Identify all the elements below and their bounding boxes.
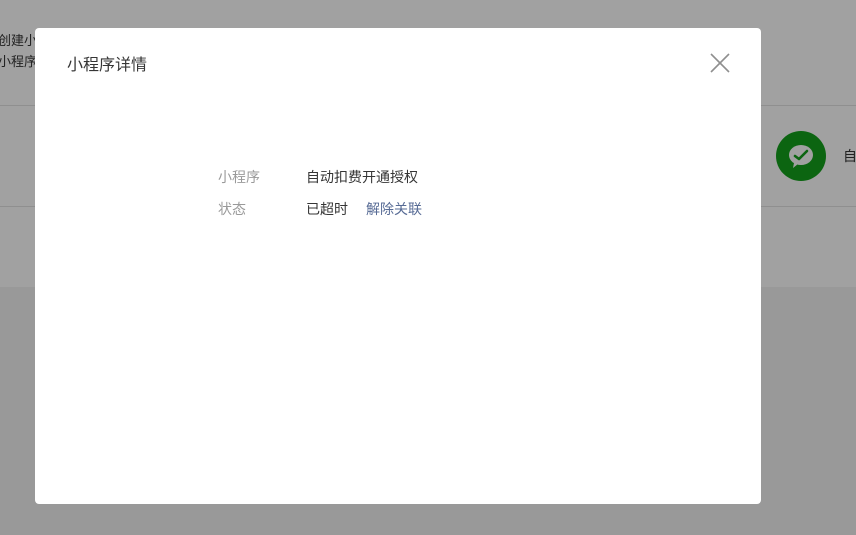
dialog-title: 小程序详情: [67, 55, 148, 74]
detail-row-status: 状态 已超时 解除关联: [218, 198, 422, 220]
unlink-button[interactable]: 解除关联: [366, 199, 422, 219]
close-icon: [710, 53, 730, 73]
detail-list: 小程序 自动扣费开通授权 状态 已超时 解除关联: [218, 166, 422, 230]
page: 创建小 小程序 自 小程序详情 小程序 自动扣费开通授权 状态 已超时 解除关联: [0, 0, 856, 535]
miniprogram-value: 自动扣费开通授权: [306, 170, 418, 186]
detail-row-miniprogram: 小程序 自动扣费开通授权: [218, 166, 422, 188]
status-label: 状态: [218, 202, 246, 218]
miniprogram-label: 小程序: [218, 170, 260, 186]
close-button[interactable]: [705, 48, 735, 78]
miniprogram-detail-dialog: 小程序详情 小程序 自动扣费开通授权 状态 已超时 解除关联: [35, 28, 761, 504]
status-value: 已超时: [306, 202, 348, 218]
